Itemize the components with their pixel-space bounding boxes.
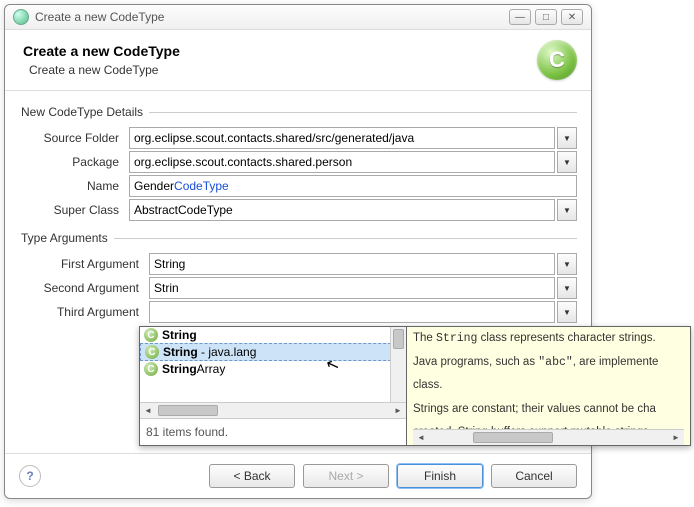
chevron-down-icon: ▼ [563,158,571,167]
javadoc-text: class. [413,378,684,394]
super-class-input[interactable] [129,199,555,221]
wizard-logo-icon: C [537,40,577,80]
group-details: New CodeType Details [21,105,577,119]
javadoc-panel: The String class represents character st… [407,326,691,446]
chevron-down-icon: ▼ [563,134,571,143]
third-argument-input[interactable] [149,301,555,323]
class-icon: C [144,328,158,342]
app-icon [13,9,29,25]
maximize-button[interactable]: □ [535,9,557,25]
chevron-down-icon: ▼ [563,206,571,215]
proposal-list[interactable]: C String C String - java.lang C StringAr… [140,327,406,402]
package-browse[interactable]: ▼ [557,151,577,173]
scrollbar-thumb[interactable] [393,329,404,349]
label-source-folder: Source Folder [19,131,129,145]
proposal-item[interactable]: C String [140,327,406,343]
name-input[interactable]: GenderCodeType [129,175,577,197]
label-third-arg: Third Argument [19,305,149,319]
chevron-down-icon: ▼ [563,284,571,293]
page-subtitle: Create a new CodeType [23,63,537,77]
label-second-arg: Second Argument [19,281,149,295]
next-button[interactable]: Next > [303,464,389,488]
scroll-right-icon[interactable]: ► [668,430,684,445]
content-assist-popup: C String C String - java.lang C StringAr… [139,326,691,446]
class-icon: C [144,362,158,376]
label-package: Package [19,155,129,169]
finish-button[interactable]: Finish [397,464,483,488]
label-first-arg: First Argument [19,257,149,271]
window-title: Create a new CodeType [35,10,505,24]
scroll-left-icon[interactable]: ◄ [413,430,429,445]
first-argument-input[interactable] [149,253,555,275]
back-button[interactable]: < Back [209,464,295,488]
close-icon: ✕ [568,12,576,23]
cancel-button[interactable]: Cancel [491,464,577,488]
vertical-scrollbar[interactable] [390,327,406,402]
source-folder-browse[interactable]: ▼ [557,127,577,149]
minimize-button[interactable]: — [509,9,531,25]
scroll-left-icon[interactable]: ◄ [140,403,156,418]
horizontal-scrollbar[interactable]: ◄ ► [413,429,684,445]
first-argument-browse[interactable]: ▼ [557,253,577,275]
group-typeargs: Type Arguments [21,231,577,245]
help-icon: ? [26,469,33,483]
class-icon: C [145,345,159,359]
javadoc-text: Java programs, such as "abc", are implem… [413,355,684,371]
label-super-class: Super Class [19,203,129,217]
help-button[interactable]: ? [19,465,41,487]
javadoc-text: The String class represents character st… [413,331,684,347]
package-input[interactable] [129,151,555,173]
proposal-item[interactable]: C StringArray [140,361,406,377]
button-bar: ? < Back Next > Finish Cancel [5,453,591,498]
scrollbar-thumb[interactable] [473,432,553,443]
scrollbar-thumb[interactable] [158,405,218,416]
super-class-browse[interactable]: ▼ [557,199,577,221]
source-folder-input[interactable] [129,127,555,149]
label-name: Name [19,179,129,193]
proposal-item-selected[interactable]: C String - java.lang [140,343,406,361]
minimize-icon: — [515,12,525,23]
javadoc-text: Strings are constant; their values canno… [413,402,684,418]
proposal-list-panel: C String C String - java.lang C StringAr… [139,326,407,446]
horizontal-scrollbar[interactable]: ◄ ► [140,402,406,418]
close-button[interactable]: ✕ [561,9,583,25]
titlebar: Create a new CodeType — □ ✕ [5,5,591,30]
third-argument-browse[interactable]: ▼ [557,301,577,323]
page-title: Create a new CodeType [23,43,537,59]
chevron-down-icon: ▼ [563,308,571,317]
second-argument-browse[interactable]: ▼ [557,277,577,299]
chevron-down-icon: ▼ [563,260,571,269]
second-argument-input[interactable] [149,277,555,299]
scroll-right-icon[interactable]: ► [390,403,406,418]
wizard-header: Create a new CodeType Create a new CodeT… [5,30,591,91]
maximize-icon: □ [543,12,549,23]
proposal-status: 81 items found. [140,418,406,445]
